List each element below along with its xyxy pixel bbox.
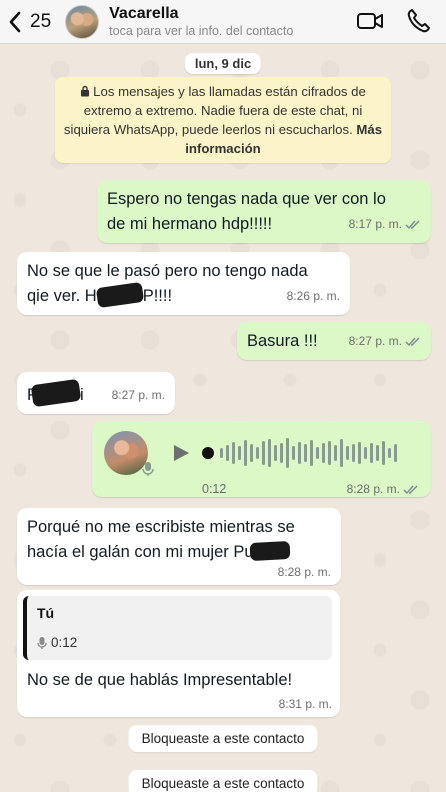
waveform-bar — [376, 445, 379, 461]
contact-subtitle: toca para ver la info. del contacto — [109, 24, 294, 38]
message-time: 8:27 p. m. — [111, 388, 165, 402]
message-time: 8:28 p. m. — [346, 482, 400, 496]
lock-icon — [81, 85, 90, 97]
message-text-tail: P!!!! — [142, 287, 173, 305]
playback-position-dot[interactable] — [202, 447, 214, 459]
waveform-bar — [352, 444, 355, 462]
play-icon[interactable] — [170, 442, 192, 464]
waveform-bar — [328, 441, 331, 465]
waveform-bar — [364, 447, 367, 459]
message-text-line: de mi hermano hdp!!!!! — [107, 215, 273, 233]
message-incoming[interactable]: Pi 8:27 p. m. — [17, 372, 175, 414]
waveform-bar — [340, 439, 343, 467]
waveform-bar — [370, 443, 373, 463]
contact-info[interactable]: Vacarella toca para ver la info. del con… — [109, 5, 293, 38]
waveform-bar — [382, 441, 385, 465]
waveform-bar — [256, 447, 259, 459]
redaction-mark — [30, 378, 82, 408]
message-incoming-reply[interactable]: Tú 0:12 No se de que hablás Impresentabl… — [17, 590, 340, 717]
phone-call-icon[interactable] — [406, 7, 432, 35]
waveform-bar — [238, 446, 241, 460]
date-separator: lun, 9 dic — [184, 53, 262, 74]
quoted-message[interactable]: Tú 0:12 — [23, 596, 332, 660]
redaction-mark — [249, 540, 290, 562]
double-check-icon — [405, 337, 420, 346]
waveform-bar — [310, 440, 313, 466]
waveform-bar — [316, 447, 319, 459]
waveform-bar — [280, 443, 283, 463]
voice-waveform[interactable] — [220, 438, 397, 468]
microphone-icon — [37, 636, 47, 649]
blocked-notice: Bloqueaste a este contacto — [128, 725, 318, 752]
back-button[interactable]: 25 — [8, 11, 51, 33]
video-call-icon[interactable] — [356, 7, 384, 35]
waveform-bar — [298, 442, 301, 464]
contact-name: Vacarella — [109, 5, 179, 22]
waveform-bar — [262, 441, 265, 465]
message-text-line: No se que le pasó pero no tengo nada — [27, 262, 308, 280]
waveform-bar — [286, 438, 289, 468]
waveform-bar — [250, 444, 253, 462]
encryption-text: Los mensajes y las llamadas están cifrad… — [63, 84, 366, 137]
message-outgoing[interactable]: Espero no tengas nada que ver con lo de … — [97, 180, 431, 243]
redaction-mark — [95, 281, 144, 309]
waveform-bar — [322, 443, 325, 463]
message-time: 8:31 p. m. — [278, 697, 332, 711]
waveform-bar — [388, 448, 391, 458]
microphone-icon — [142, 462, 154, 476]
waveform-bar — [268, 439, 271, 467]
message-time: 8:27 p. m. — [348, 334, 402, 348]
message-text-line: qie ver. H — [27, 287, 97, 305]
voice-message[interactable]: 0:12 8:28 p. m. — [92, 421, 431, 497]
message-time: 8:28 p. m. — [277, 565, 331, 579]
waveform-bar — [226, 445, 229, 461]
message-incoming[interactable]: Porqué no me escribiste mientras se hací… — [17, 508, 341, 585]
voice-sender-avatar — [104, 431, 154, 476]
waveform-bar — [244, 440, 247, 466]
waveform-bar — [274, 445, 277, 461]
message-outgoing[interactable]: Basura !!! 8:27 p. m. — [237, 322, 431, 360]
message-incoming[interactable]: No se que le pasó pero no tengo nada qie… — [17, 252, 350, 315]
blocked-notice: Bloqueaste a este contacto — [128, 770, 318, 792]
message-time: 8:17 p. m. — [348, 217, 402, 231]
waveform-bar — [334, 445, 337, 461]
voice-duration: 0:12 — [202, 482, 227, 496]
message-time: 8:26 p. m. — [286, 289, 340, 303]
waveform-bar — [304, 444, 307, 462]
contact-avatar[interactable] — [65, 4, 100, 39]
chat-header: 25 Vacarella toca para ver la info. del … — [0, 0, 446, 44]
double-check-icon — [403, 485, 418, 494]
message-text: No se de que hablás Impresentable! — [27, 671, 293, 689]
quoted-duration: 0:12 — [51, 635, 78, 650]
waveform-bar — [220, 448, 223, 458]
message-text-line: Porqué no me escribiste mientras se — [27, 518, 295, 536]
chevron-left-icon — [9, 11, 21, 32]
waveform-bar — [232, 442, 235, 464]
message-text: Basura !!! — [247, 332, 318, 350]
double-check-icon — [405, 220, 420, 229]
message-text-line: hacía el galán con mi mujer Pu — [27, 543, 254, 561]
quoted-author: Tú — [37, 605, 55, 621]
waveform-bar — [358, 442, 361, 464]
waveform-bar — [394, 444, 397, 462]
unread-count: 25 — [30, 10, 52, 32]
encryption-notice[interactable]: Los mensajes y las llamadas están cifrad… — [55, 77, 391, 163]
message-text-line: Espero no tengas nada que ver con lo — [107, 190, 386, 208]
waveform-bar — [346, 446, 349, 460]
waveform-bar — [292, 446, 295, 460]
